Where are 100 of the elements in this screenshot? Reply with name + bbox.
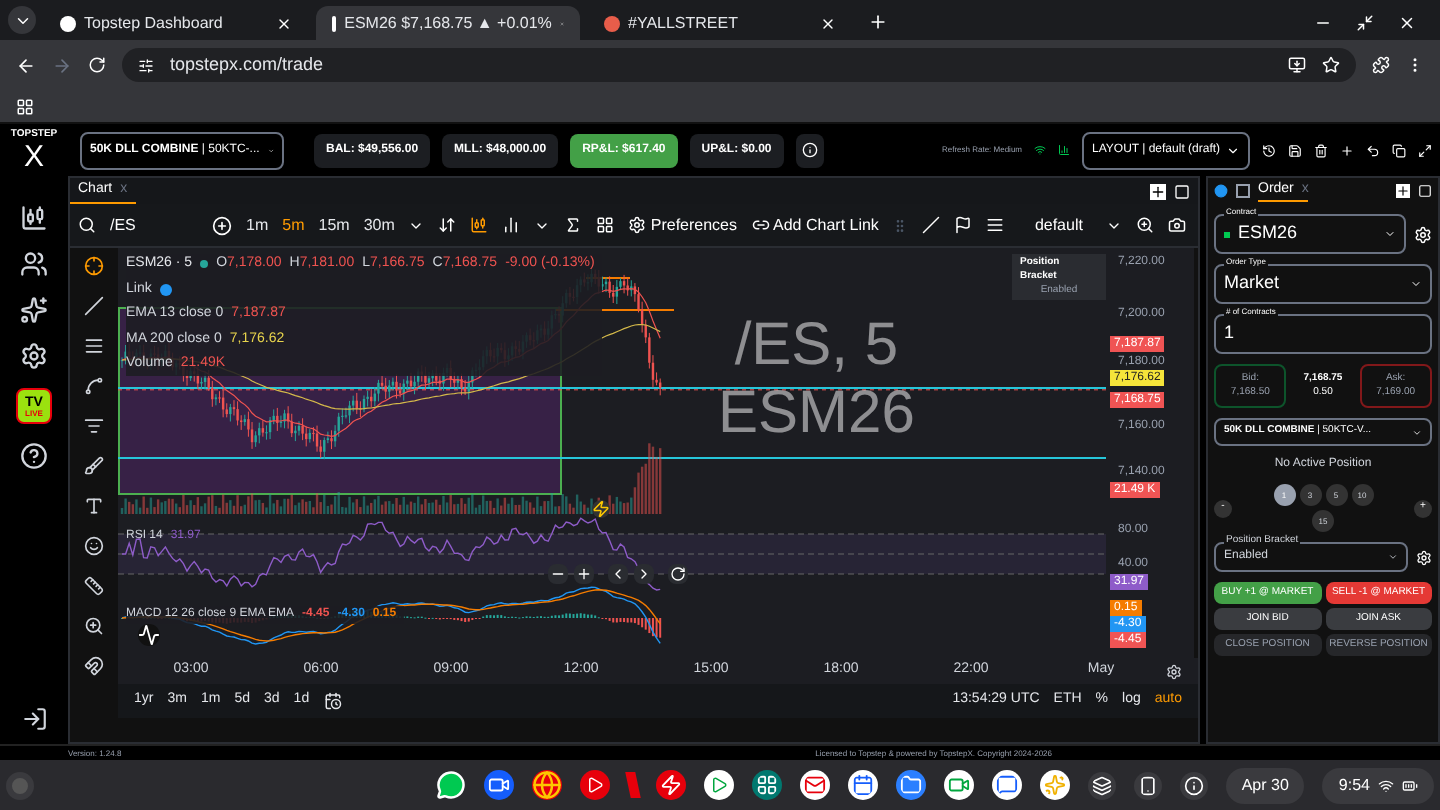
url-text: topstepx.com/trade bbox=[170, 51, 326, 78]
forward-icon[interactable] bbox=[52, 55, 72, 75]
candles-icon[interactable] bbox=[470, 216, 489, 234]
video-camera-icon[interactable] bbox=[483, 770, 514, 800]
reload-icon[interactable] bbox=[88, 56, 106, 74]
browser-tab[interactable]: #YALLSTREET bbox=[588, 6, 852, 40]
phone-icon[interactable] bbox=[1133, 771, 1162, 799]
ribbon-icon[interactable] bbox=[624, 772, 641, 798]
notification-icon[interactable] bbox=[1179, 771, 1208, 799]
apps-icon[interactable] bbox=[16, 97, 34, 115]
interval-tab[interactable]: 5m bbox=[282, 213, 305, 237]
add-symbol-icon[interactable] bbox=[212, 215, 232, 235]
interval-tab[interactable]: 30m bbox=[363, 213, 395, 237]
bars-icon[interactable] bbox=[502, 216, 521, 234]
logout-icon[interactable] bbox=[21, 706, 47, 732]
globe-icon[interactable] bbox=[531, 770, 562, 800]
emoji-icon[interactable] bbox=[84, 536, 104, 556]
scroll-right-icon[interactable] bbox=[634, 564, 654, 584]
folder-icon[interactable] bbox=[895, 770, 926, 800]
preferences-button[interactable]: Preferences bbox=[628, 213, 738, 237]
help-icon[interactable] bbox=[20, 442, 48, 470]
search-icon[interactable] bbox=[78, 216, 96, 234]
triangle-play-icon[interactable] bbox=[703, 770, 734, 800]
scroll-left-icon[interactable] bbox=[608, 564, 628, 584]
interval-tab[interactable]: 15m bbox=[318, 213, 350, 237]
extensions-icon[interactable] bbox=[1372, 56, 1390, 74]
date-button[interactable]: Apr 30 bbox=[1225, 767, 1305, 803]
compare-icon[interactable] bbox=[438, 216, 457, 234]
play-icon[interactable] bbox=[579, 770, 610, 800]
settings-icon[interactable] bbox=[1166, 663, 1182, 679]
undo-icon[interactable] bbox=[1366, 143, 1380, 157]
info-icon[interactable] bbox=[801, 142, 818, 158]
zoom-out-icon[interactable] bbox=[548, 564, 568, 584]
layout-icon[interactable] bbox=[596, 216, 615, 234]
line-tool-icon[interactable] bbox=[922, 216, 941, 234]
grid-icon[interactable] bbox=[751, 770, 782, 800]
back-icon[interactable] bbox=[16, 55, 36, 75]
tab-title: #YALLSTREET bbox=[628, 11, 740, 35]
copy-icon[interactable] bbox=[1392, 143, 1406, 157]
magnet-icon[interactable] bbox=[84, 656, 104, 676]
chat-bubble-icon[interactable] bbox=[435, 770, 466, 800]
parallel-lines-icon[interactable] bbox=[84, 336, 104, 356]
go-to-date-icon[interactable] bbox=[323, 692, 342, 710]
video-camera-icon[interactable] bbox=[943, 770, 974, 800]
maximize-icon[interactable] bbox=[1174, 183, 1190, 199]
message-icon[interactable] bbox=[991, 770, 1022, 800]
site-settings-icon[interactable] bbox=[138, 57, 154, 73]
ruler-icon[interactable] bbox=[84, 576, 104, 596]
browser-tab[interactable]: Topstep Dashboard bbox=[44, 6, 308, 40]
history-icon[interactable] bbox=[1262, 143, 1276, 157]
brush-icon[interactable] bbox=[84, 456, 104, 476]
close-icon[interactable] bbox=[820, 15, 836, 31]
tab-list-button[interactable] bbox=[8, 6, 36, 34]
pinwheel-icon[interactable] bbox=[1039, 770, 1070, 800]
add-chart-link-button[interactable]: Add Chart Link bbox=[751, 213, 879, 237]
text-tool-icon[interactable] bbox=[84, 496, 104, 516]
lightning-icon[interactable] bbox=[655, 770, 686, 800]
logo-mark: X bbox=[23, 141, 44, 171]
template-dropdown[interactable]: default bbox=[1034, 213, 1123, 237]
zoom-in-icon[interactable] bbox=[574, 564, 594, 584]
sparkle-chart-icon[interactable] bbox=[20, 296, 48, 324]
symbol-search[interactable]: /ES bbox=[110, 213, 198, 237]
address-bar[interactable]: topstepx.com/trade bbox=[122, 48, 1356, 82]
lightning-icon[interactable] bbox=[592, 500, 610, 518]
restore-icon[interactable] bbox=[1356, 14, 1374, 32]
status-tray[interactable]: 9:54 bbox=[1322, 767, 1434, 803]
link-icon bbox=[751, 216, 770, 234]
caret-icon bbox=[1384, 228, 1396, 240]
candles-icon[interactable] bbox=[20, 204, 48, 232]
reset-icon[interactable] bbox=[668, 564, 688, 584]
bookmark-star-icon[interactable] bbox=[1322, 56, 1340, 74]
bracket-icon[interactable] bbox=[986, 216, 1005, 234]
flag-icon[interactable] bbox=[954, 216, 973, 234]
calendar-icon[interactable] bbox=[847, 770, 878, 800]
people-icon[interactable] bbox=[20, 250, 48, 278]
maximize-icon[interactable] bbox=[1418, 184, 1432, 198]
new-tab-icon[interactable] bbox=[868, 12, 888, 32]
install-icon[interactable] bbox=[1288, 56, 1306, 74]
zoom-icon[interactable] bbox=[1136, 216, 1155, 234]
camera-icon[interactable] bbox=[1168, 216, 1187, 234]
add-panel-icon[interactable] bbox=[1150, 183, 1166, 199]
indicators-icon[interactable] bbox=[564, 216, 583, 234]
browser-tab[interactable]: ESM26 $7,168.75 ▲ +0.01% bbox=[316, 6, 580, 40]
pattern-icon[interactable] bbox=[84, 376, 104, 396]
crosshair-icon[interactable] bbox=[84, 256, 104, 276]
close-icon[interactable] bbox=[1398, 14, 1416, 32]
trend-line-icon[interactable] bbox=[84, 296, 104, 316]
fullscreen-icon[interactable] bbox=[1418, 143, 1432, 157]
fib-icon[interactable] bbox=[84, 416, 104, 436]
caret-icon bbox=[1388, 552, 1398, 562]
zoom-in-icon[interactable] bbox=[84, 616, 104, 636]
save-icon[interactable] bbox=[1288, 143, 1302, 157]
trash-icon[interactable] bbox=[1314, 143, 1328, 157]
add-icon[interactable] bbox=[1340, 143, 1354, 157]
mail-icon[interactable] bbox=[799, 770, 830, 800]
close-icon[interactable] bbox=[276, 15, 292, 31]
interval-tab[interactable]: 1m bbox=[246, 213, 269, 237]
overview-icon[interactable] bbox=[1087, 771, 1116, 799]
settings-icon[interactable] bbox=[20, 342, 48, 370]
link-dot-icon bbox=[1214, 184, 1228, 198]
